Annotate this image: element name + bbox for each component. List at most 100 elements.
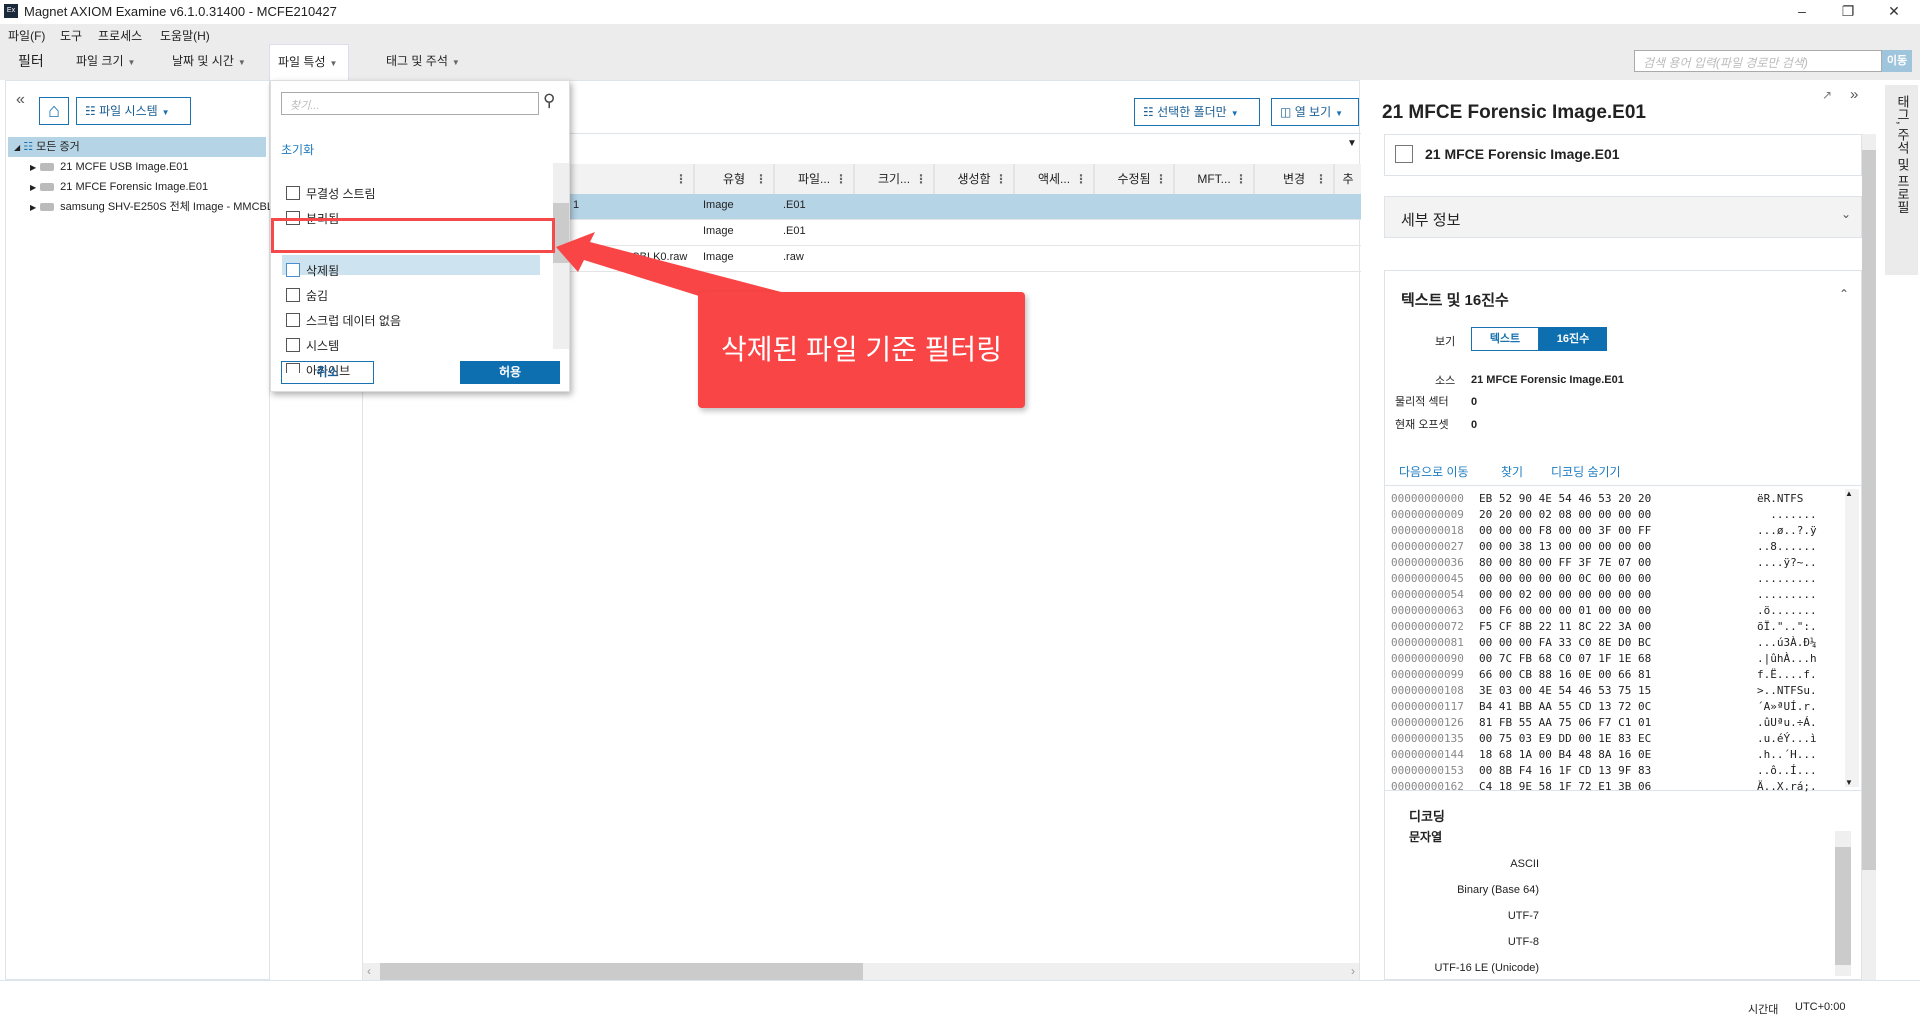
menu-tools[interactable]: 도구: [60, 27, 82, 44]
expand-icon[interactable]: ⌄: [1841, 207, 1851, 221]
tab-tags-comments[interactable]: 태그 및 주석 ▼: [378, 44, 468, 80]
reset-link[interactable]: 초기화: [281, 141, 314, 158]
tab-date-time[interactable]: 날짜 및 시간 ▼: [164, 44, 254, 80]
hex-bytes: 00 00 02 00 00 00 00 00 00: [1479, 588, 1652, 601]
drive-icon: [40, 203, 55, 212]
details-scrollbar[interactable]: [1862, 134, 1876, 980]
column-header-modified[interactable]: 수정됨 ⋮: [1095, 164, 1175, 194]
hex-toggle[interactable]: 16진수: [1539, 327, 1607, 351]
tree-label: samsung SHV-E250S 전체 Image - MMCBLK0.raw: [60, 201, 272, 213]
hex-scrollbar[interactable]: ▲ ▼: [1845, 489, 1859, 787]
decoding-item-ascii: ASCII: [1510, 858, 1539, 870]
column-view-button[interactable]: ◫ 열 보기 ▼: [1271, 98, 1359, 126]
scroll-right-icon[interactable]: ›: [1351, 964, 1355, 978]
column-header-size[interactable]: 크기... ⋮: [855, 164, 935, 194]
cancel-button[interactable]: 취소: [281, 361, 374, 384]
caret-down-icon: ▼: [1230, 109, 1239, 118]
highlight-box: [271, 218, 555, 253]
minimize-button[interactable]: –: [1780, 0, 1824, 24]
scrollbar-thumb[interactable]: [380, 963, 863, 980]
hex-ascii: ...ø..?.ÿ: [1757, 524, 1817, 537]
tree-item-all-evidence[interactable]: ◢ ☷ 모든 증거: [8, 137, 266, 157]
offset-value: 0: [1471, 419, 1478, 431]
header-label: 파일...: [797, 172, 831, 186]
checkbox-integrity-stream[interactable]: [286, 186, 300, 200]
tree-item[interactable]: ▶ samsung SHV-E250S 전체 Image - MMCBLK0.ra…: [14, 197, 272, 217]
hide-decoding-link[interactable]: 디코딩 숨기기: [1551, 463, 1621, 480]
hex-ascii: .ûUªu.÷Á.: [1757, 716, 1817, 729]
column-header-created[interactable]: 생성함 ⋮: [935, 164, 1015, 194]
scrollbar-thumb[interactable]: [1862, 150, 1876, 870]
option-label: 스크럽 데이터 없음: [306, 314, 401, 328]
search-input[interactable]: 검색 용어 입력(파일 경로만 검색): [1634, 50, 1882, 72]
maximize-button[interactable]: ❐: [1826, 0, 1870, 24]
hex-ascii: .|ûhÀ...h: [1757, 652, 1817, 665]
column-header-type[interactable]: 유형 ⋮: [695, 164, 775, 194]
collapse-right-icon[interactable]: »: [1850, 86, 1858, 103]
find-link[interactable]: 찾기: [1501, 463, 1523, 480]
column-menu-icon[interactable]: ⋮: [835, 164, 847, 194]
menu-file[interactable]: 파일(F): [8, 27, 45, 44]
tree-item[interactable]: ▶ 21 MFCE Forensic Image.E01: [14, 177, 272, 197]
button-label: 열 보기: [1294, 105, 1332, 119]
column-menu-icon[interactable]: ⋮: [755, 164, 767, 194]
collapse-left-icon[interactable]: «: [16, 91, 25, 109]
column-menu-icon[interactable]: ⋮: [1235, 164, 1247, 194]
tags-comments-profiles-tab[interactable]: 태그, 주석 및 프로필: [1885, 85, 1918, 275]
header-label: 크기...: [877, 172, 911, 186]
go-button[interactable]: 이동: [1882, 50, 1912, 72]
menu-process[interactable]: 프로세스: [98, 27, 142, 44]
column-menu-icon[interactable]: ⋮: [1315, 164, 1327, 194]
hex-ascii: ..ô..Í...: [1757, 764, 1817, 777]
hex-offset: 00000000090: [1391, 652, 1464, 665]
caret-down-icon: ▼: [451, 58, 460, 67]
column-menu-icon[interactable]: ⋮: [1155, 164, 1167, 194]
checkbox-no-scrub-data[interactable]: [286, 313, 300, 327]
hex-ascii: ´A»ªUÍ.r.: [1757, 700, 1817, 713]
timezone-value[interactable]: UTC+0:00: [1795, 1001, 1845, 1013]
column-header-mft[interactable]: MFT... ⋮: [1175, 164, 1255, 194]
file-system-dropdown[interactable]: ☷ 파일 시스템 ▼: [76, 97, 191, 125]
column-menu-icon[interactable]: ⋮: [675, 164, 687, 194]
decoding-scrollbar[interactable]: [1835, 831, 1851, 976]
scroll-left-icon[interactable]: ‹: [367, 964, 371, 978]
menu-help[interactable]: 도움말(H): [160, 27, 210, 44]
scroll-down-icon[interactable]: ▼: [1845, 778, 1853, 787]
column-header-accessed[interactable]: 액세... ⋮: [1015, 164, 1095, 194]
column-header-changed[interactable]: 변경 ⋮: [1255, 164, 1335, 194]
tab-file-size[interactable]: 파일 크기 ▼: [68, 44, 143, 80]
hex-offset: 00000000054: [1391, 588, 1464, 601]
close-button[interactable]: ✕: [1872, 0, 1916, 24]
hex-bytes: 18 68 1A 00 B4 48 8A 16 0E: [1479, 748, 1652, 761]
checkbox-deleted[interactable]: [286, 263, 300, 277]
collapse-icon[interactable]: ⌃: [1839, 287, 1849, 301]
tab-file-attributes[interactable]: 파일 특성 ▼: [269, 44, 349, 80]
source-label: 소스: [1435, 375, 1456, 387]
hex-view[interactable]: 00000000000 EB 52 90 4E 54 46 53 20 20 ëR.…: [1385, 485, 1861, 793]
horizontal-scrollbar[interactable]: ‹ ›: [363, 963, 1359, 980]
option-label: 무결성 스트림: [306, 187, 376, 201]
home-button[interactable]: ⌂: [39, 97, 69, 125]
filter-icon[interactable]: ▼: [1347, 138, 1357, 149]
search-icon[interactable]: ⚲: [543, 91, 555, 111]
scrollbar-thumb[interactable]: [1835, 847, 1851, 965]
column-menu-icon[interactable]: ⋮: [995, 164, 1007, 194]
column-header-more[interactable]: 추: [1335, 164, 1361, 194]
checkbox-hidden[interactable]: [286, 288, 300, 302]
details-section-header[interactable]: 세부 정보 ⌄: [1384, 196, 1862, 238]
timezone-label: 시간대: [1748, 1004, 1779, 1016]
column-header-extension[interactable]: 파일... ⋮: [775, 164, 855, 194]
selected-folder-only-button[interactable]: ☷ 선택한 폴더만 ▼: [1134, 98, 1260, 126]
popup-search-input[interactable]: 찾기...: [281, 92, 539, 115]
pin-icon[interactable]: ↗: [1822, 88, 1832, 102]
hex-offset: 00000000126: [1391, 716, 1464, 729]
view-label: 파일 시스템: [99, 104, 158, 118]
apply-button[interactable]: 허용: [460, 361, 560, 384]
column-menu-icon[interactable]: ⋮: [915, 164, 927, 194]
go-to-link[interactable]: 다음으로 이동: [1399, 463, 1469, 480]
text-toggle[interactable]: 텍스트: [1471, 327, 1539, 351]
checkbox-system[interactable]: [286, 338, 300, 352]
scroll-up-icon[interactable]: ▲: [1845, 489, 1853, 498]
column-menu-icon[interactable]: ⋮: [1075, 164, 1087, 194]
tree-item[interactable]: ▶ 21 MCFE USB Image.E01: [14, 157, 272, 177]
